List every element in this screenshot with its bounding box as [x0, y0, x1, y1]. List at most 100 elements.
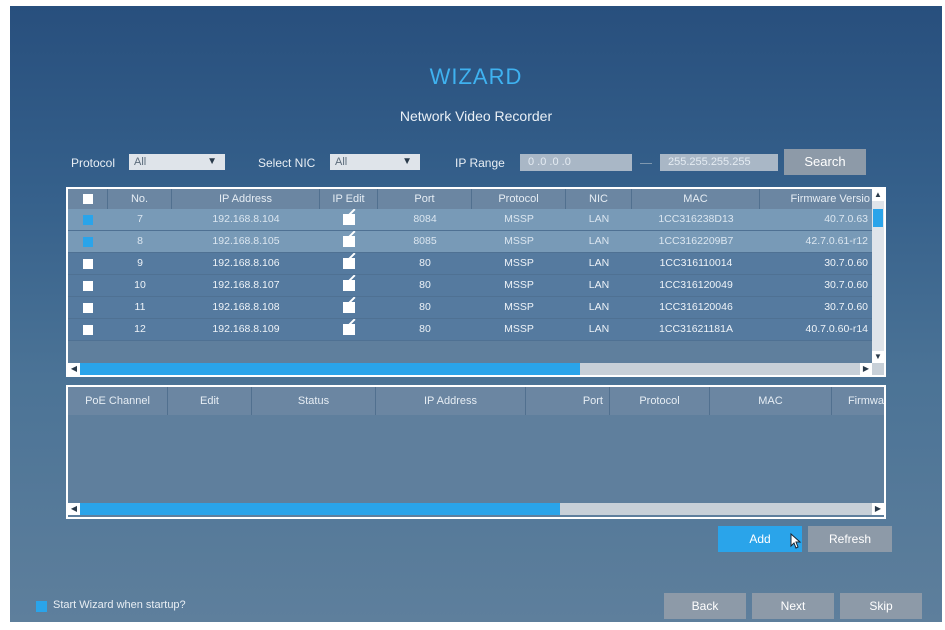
start-wizard-checkbox[interactable] — [36, 601, 47, 612]
edit-icon[interactable] — [343, 213, 355, 225]
scroll-up-icon[interactable]: ▲ — [872, 189, 884, 201]
col-header-protocol[interactable]: Protocol — [610, 387, 710, 415]
start-wizard-label: Start Wizard when startup? — [53, 599, 186, 611]
horizontal-scroll-thumb[interactable] — [80, 363, 580, 375]
cell-port: 8085 — [413, 235, 437, 247]
nic-select-value: All — [335, 156, 348, 168]
cell-protocol: MSSP — [504, 257, 534, 269]
select-nic-label: Select NIC — [258, 156, 316, 170]
col-header-nic[interactable]: NIC — [566, 189, 632, 209]
table-row[interactable]: 7 192.168.8.104 8084 MSSP LAN 1CC316238D… — [68, 209, 872, 231]
cell-ip-address: 192.168.8.104 — [212, 213, 280, 225]
col-header-ip-address[interactable]: IP Address — [172, 189, 320, 209]
vertical-scrollbar[interactable]: ▲ ▼ — [872, 189, 884, 363]
cell-protocol: MSSP — [504, 213, 534, 225]
search-button[interactable]: Search — [784, 149, 866, 175]
horizontal-scroll-thumb[interactable] — [80, 503, 560, 515]
col-header-firmware[interactable]: Firmwa — [832, 387, 884, 415]
dropdown-arrow-icon: ▼ — [207, 156, 217, 167]
cell-firmware: 42.7.0.61-r12 — [805, 235, 868, 247]
protocol-select-value: All — [134, 156, 147, 168]
poe-table: PoE Channel Edit Status IP Address Port … — [66, 385, 886, 519]
table-row[interactable]: 9 192.168.8.106 80 MSSP LAN 1CC316110014… — [68, 253, 872, 275]
cell-nic: LAN — [588, 301, 610, 313]
cell-port: 8084 — [413, 213, 437, 225]
edit-icon[interactable] — [343, 235, 355, 247]
cell-protocol: MSSP — [504, 279, 534, 291]
range-separator — [640, 163, 652, 164]
row-checkbox[interactable] — [83, 215, 93, 225]
col-header-mac[interactable]: MAC — [632, 189, 760, 209]
protocol-label: Protocol — [71, 156, 116, 170]
cell-firmware: 30.7.0.60 — [824, 301, 868, 313]
cell-no: 11 — [134, 301, 146, 313]
add-button[interactable]: Add — [718, 526, 802, 552]
edit-icon[interactable] — [343, 323, 355, 335]
cell-nic: LAN — [588, 323, 610, 335]
cell-nic: LAN — [588, 213, 610, 225]
col-header-edit[interactable]: Edit — [168, 387, 252, 415]
cell-port: 80 — [419, 279, 431, 291]
col-header-port[interactable]: Port — [378, 189, 472, 209]
col-header-status[interactable]: Status — [252, 387, 376, 415]
table-row[interactable]: 12 192.168.8.109 80 MSSP LAN 1CC31621181… — [68, 319, 872, 341]
vertical-scroll-thumb[interactable] — [873, 209, 883, 227]
ip-edit-cell — [320, 253, 378, 274]
col-header-ip-address[interactable]: IP Address — [376, 387, 526, 415]
ip-range-start-input[interactable]: 0 .0 .0 .0 — [520, 154, 632, 171]
protocol-select[interactable]: All ▼ — [129, 154, 225, 170]
horizontal-scrollbar[interactable]: ◀ ▶ — [68, 363, 884, 375]
edit-icon[interactable] — [343, 301, 355, 313]
table-row[interactable]: 8 192.168.8.105 8085 MSSP LAN 1CC3162209… — [68, 231, 872, 253]
edit-icon[interactable] — [343, 279, 355, 291]
row-checkbox[interactable] — [83, 281, 93, 291]
ip-edit-cell — [320, 209, 378, 230]
row-checkbox[interactable] — [83, 259, 93, 269]
select-all-checkbox[interactable] — [83, 194, 93, 204]
cell-port: 80 — [419, 257, 431, 269]
row-checkbox[interactable] — [83, 325, 93, 335]
cell-ip-address: 192.168.8.108 — [212, 301, 280, 313]
table-row[interactable]: 11 192.168.8.108 80 MSSP LAN 1CC31612004… — [68, 297, 872, 319]
col-header-ip-edit[interactable]: IP Edit — [320, 189, 378, 209]
cell-no: 7 — [137, 213, 143, 225]
row-checkbox[interactable] — [83, 303, 93, 313]
skip-button[interactable]: Skip — [840, 593, 922, 619]
cell-nic: LAN — [588, 257, 610, 269]
table-row[interactable]: 10 192.168.8.107 80 MSSP LAN 1CC31612004… — [68, 275, 872, 297]
device-table-header: No. IP Address IP Edit Port Protocol NIC… — [68, 189, 872, 209]
scroll-left-icon[interactable]: ◀ — [68, 363, 80, 375]
cell-firmware: 40.7.0.60-r14 — [805, 323, 868, 335]
ip-range-label: IP Range — [455, 156, 505, 170]
cell-mac: 1CC316110014 — [659, 257, 733, 269]
col-header-no[interactable]: No. — [108, 189, 172, 209]
col-header-mac[interactable]: MAC — [710, 387, 832, 415]
device-table: No. IP Address IP Edit Port Protocol NIC… — [66, 187, 886, 377]
page-title: WIZARD — [429, 64, 523, 89]
next-button[interactable]: Next — [752, 593, 834, 619]
scroll-right-icon[interactable]: ▶ — [872, 503, 884, 515]
col-header-protocol[interactable]: Protocol — [472, 189, 566, 209]
cell-ip-address: 192.168.8.109 — [212, 323, 280, 335]
refresh-button[interactable]: Refresh — [808, 526, 892, 552]
row-checkbox[interactable] — [83, 237, 93, 247]
cell-ip-address: 192.168.8.107 — [212, 279, 280, 291]
scroll-right-icon[interactable]: ▶ — [860, 363, 872, 375]
col-header-firmware[interactable]: Firmware Versio — [760, 189, 872, 209]
cell-port: 80 — [419, 301, 431, 313]
edit-icon[interactable] — [343, 257, 355, 269]
scroll-left-icon[interactable]: ◀ — [68, 503, 80, 515]
cell-no: 8 — [137, 235, 143, 247]
nic-select[interactable]: All ▼ — [330, 154, 420, 170]
col-header-port[interactable]: Port — [526, 387, 610, 415]
page-subtitle: Network Video Recorder — [399, 108, 553, 124]
add-button-label: Add — [749, 532, 771, 546]
back-button[interactable]: Back — [664, 593, 746, 619]
horizontal-scrollbar[interactable]: ◀ ▶ — [68, 503, 884, 515]
scroll-down-icon[interactable]: ▼ — [872, 351, 884, 363]
cell-nic: LAN — [588, 235, 610, 247]
ip-range-end-input[interactable]: 255.255.255.255 — [660, 154, 778, 171]
wizard-screen: WIZARD Network Video Recorder Protocol A… — [10, 6, 942, 622]
ip-edit-cell — [320, 297, 378, 318]
col-header-poe-channel[interactable]: PoE Channel — [68, 387, 168, 415]
